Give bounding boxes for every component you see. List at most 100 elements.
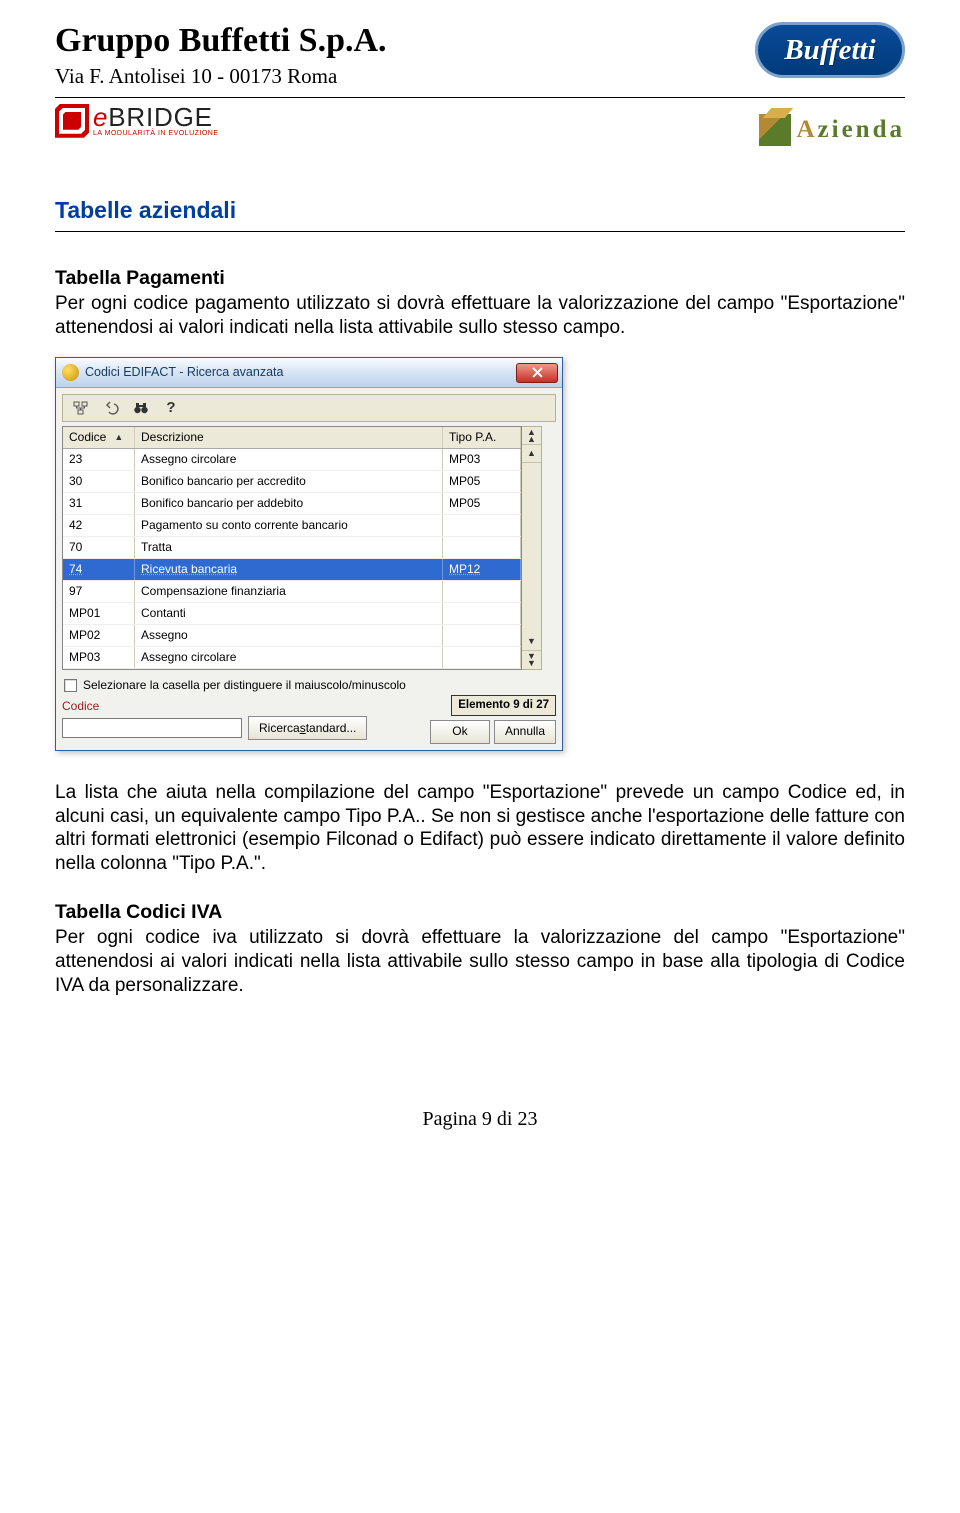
dialog-body: ? Codice ▲ Descrizione Tipo P.A. 23Asseg…: [56, 388, 562, 749]
table-row[interactable]: MP02Assegno: [63, 625, 521, 647]
azienda-rest: zienda: [818, 116, 905, 143]
paragraph-lista-esportazione: La lista che aiuta nella compilazione de…: [55, 781, 905, 876]
cell-tipo-pa: MP05: [443, 471, 521, 492]
ok-button[interactable]: Ok: [430, 720, 490, 744]
results-grid[interactable]: Codice ▲ Descrizione Tipo P.A. 23Assegno…: [62, 426, 522, 670]
codice-input[interactable]: [62, 718, 242, 738]
cell-codice: 70: [63, 537, 135, 558]
section-title: Tabelle aziendali: [55, 196, 905, 225]
section-rule: [55, 231, 905, 232]
col-header-descrizione[interactable]: Descrizione: [135, 427, 443, 448]
toolbar-help-icon[interactable]: ?: [163, 400, 179, 416]
cell-tipo-pa: [443, 515, 521, 536]
azienda-a: A: [796, 116, 817, 143]
cell-tipo-pa: MP12: [443, 559, 521, 580]
scroll-up-icon[interactable]: ▲: [522, 445, 541, 463]
table-row[interactable]: MP03Assegno circolare: [63, 647, 521, 669]
table-row[interactable]: 70Tratta: [63, 537, 521, 559]
ebridge-e: e: [93, 102, 108, 132]
col-header-tipo-pa[interactable]: Tipo P.A.: [443, 427, 521, 448]
table-row[interactable]: 31Bonifico bancario per addebitoMP05: [63, 493, 521, 515]
codice-search-group: Codice Ricerca standard...: [62, 699, 367, 740]
cell-tipo-pa: MP05: [443, 493, 521, 514]
tabella-pagamenti-paragraph: Per ogni codice pagamento utilizzato si …: [55, 292, 905, 340]
table-row[interactable]: 30Bonifico bancario per accreditoMP05: [63, 471, 521, 493]
cell-tipo-pa: [443, 647, 521, 668]
dialog-bottom-row: Codice Ricerca standard... Elemento 9 di…: [62, 695, 556, 743]
cell-descrizione: Ricevuta bancaria: [135, 559, 443, 580]
cell-tipo-pa: MP03: [443, 449, 521, 470]
cell-codice: 97: [63, 581, 135, 602]
tabella-pagamenti-title: Tabella Pagamenti: [55, 266, 905, 290]
subheader-logo-row: eBRIDGE LA MODULARITÀ IN EVOLUZIONE Azie…: [55, 104, 905, 146]
ebridge-tagline: LA MODULARITÀ IN EVOLUZIONE: [93, 130, 219, 137]
cell-tipo-pa: [443, 537, 521, 558]
cell-descrizione: Bonifico bancario per accredito: [135, 471, 443, 492]
ebridge-logo: eBRIDGE LA MODULARITÀ IN EVOLUZIONE: [55, 104, 219, 138]
cell-codice: 74: [63, 559, 135, 580]
azienda-logo: Azienda: [759, 114, 905, 146]
table-row[interactable]: 74Ricevuta bancariaMP12: [63, 559, 521, 581]
case-sensitive-label: Selezionare la casella per distinguere i…: [83, 678, 406, 693]
scroll-down-icon[interactable]: ▼: [522, 633, 541, 651]
cell-codice: 42: [63, 515, 135, 536]
sort-asc-icon: ▲: [114, 432, 123, 443]
cell-descrizione: Assegno: [135, 625, 443, 646]
dialog-action-group: Elemento 9 di 27 Ok Annulla: [430, 695, 556, 743]
ebridge-icon: [55, 104, 89, 138]
cell-codice: 23: [63, 449, 135, 470]
page-footer: Pagina 9 di 23: [55, 1107, 905, 1132]
grid-header-row: Codice ▲ Descrizione Tipo P.A.: [63, 427, 521, 449]
document-header: Gruppo Buffetti S.p.A. Via F. Antolisei …: [55, 20, 905, 89]
ebridge-bridge: BRIDGE: [108, 102, 212, 132]
buffetti-logo: Buffetti: [755, 22, 905, 78]
cell-descrizione: Pagamento su conto corrente bancario: [135, 515, 443, 536]
cell-tipo-pa: [443, 625, 521, 646]
cell-descrizione: Assegno circolare: [135, 647, 443, 668]
grid-scrollbar[interactable]: ▲▲ ▲ ▼ ▼▼: [522, 426, 542, 670]
table-row[interactable]: MP01Contanti: [63, 603, 521, 625]
header-rule: [55, 97, 905, 98]
ricerca-standard-button[interactable]: Ricerca standard...: [248, 716, 367, 740]
cell-descrizione: Compensazione finanziaria: [135, 581, 443, 602]
cell-tipo-pa: [443, 581, 521, 602]
dialog-titlebar[interactable]: Codici EDIFACT - Ricerca avanzata: [56, 358, 562, 388]
grid-body: 23Assegno circolareMP0330Bonifico bancar…: [63, 449, 521, 669]
annulla-button[interactable]: Annulla: [494, 720, 556, 744]
cell-codice: MP01: [63, 603, 135, 624]
table-row[interactable]: 42Pagamento su conto corrente bancario: [63, 515, 521, 537]
scroll-top-icon[interactable]: ▲▲: [522, 427, 541, 445]
dialog-screenshot: Codici EDIFACT - Ricerca avanzata ?: [55, 357, 905, 750]
close-icon: [532, 367, 543, 378]
table-row[interactable]: 23Assegno circolareMP03: [63, 449, 521, 471]
case-sensitive-row: Selezionare la casella per distinguere i…: [64, 678, 556, 693]
scroll-track[interactable]: [522, 463, 541, 633]
table-row[interactable]: 97Compensazione finanziaria: [63, 581, 521, 603]
tabella-codici-iva-title: Tabella Codici IVA: [55, 900, 905, 924]
col-header-codice[interactable]: Codice ▲: [63, 427, 135, 448]
codice-label: Codice: [62, 699, 367, 714]
buffetti-logo-text: Buffetti: [784, 32, 875, 68]
toolbar-undo-icon[interactable]: [103, 400, 119, 416]
element-count-badge: Elemento 9 di 27: [451, 695, 556, 715]
cell-codice: MP03: [63, 647, 135, 668]
scroll-bottom-icon[interactable]: ▼▼: [522, 651, 541, 669]
cell-descrizione: Assegno circolare: [135, 449, 443, 470]
dialog-toolbar: ?: [62, 394, 556, 422]
cell-codice: 30: [63, 471, 135, 492]
toolbar-tree-icon[interactable]: [73, 400, 89, 416]
case-sensitive-checkbox[interactable]: [64, 679, 77, 692]
cell-descrizione: Bonifico bancario per addebito: [135, 493, 443, 514]
cell-tipo-pa: [443, 603, 521, 624]
azienda-cube-icon: [759, 114, 791, 146]
toolbar-binoculars-icon[interactable]: [133, 400, 149, 416]
cell-codice: 31: [63, 493, 135, 514]
tabella-codici-iva-paragraph: Per ogni codice iva utilizzato si dovrà …: [55, 926, 905, 997]
ebridge-wordmark: eBRIDGE LA MODULARITÀ IN EVOLUZIONE: [93, 104, 219, 137]
dialog-app-icon: [62, 364, 79, 381]
dialog-title: Codici EDIFACT - Ricerca avanzata: [85, 365, 516, 381]
grid-wrap: Codice ▲ Descrizione Tipo P.A. 23Assegno…: [62, 426, 556, 670]
close-button[interactable]: [516, 363, 558, 383]
cell-descrizione: Tratta: [135, 537, 443, 558]
cell-descrizione: Contanti: [135, 603, 443, 624]
